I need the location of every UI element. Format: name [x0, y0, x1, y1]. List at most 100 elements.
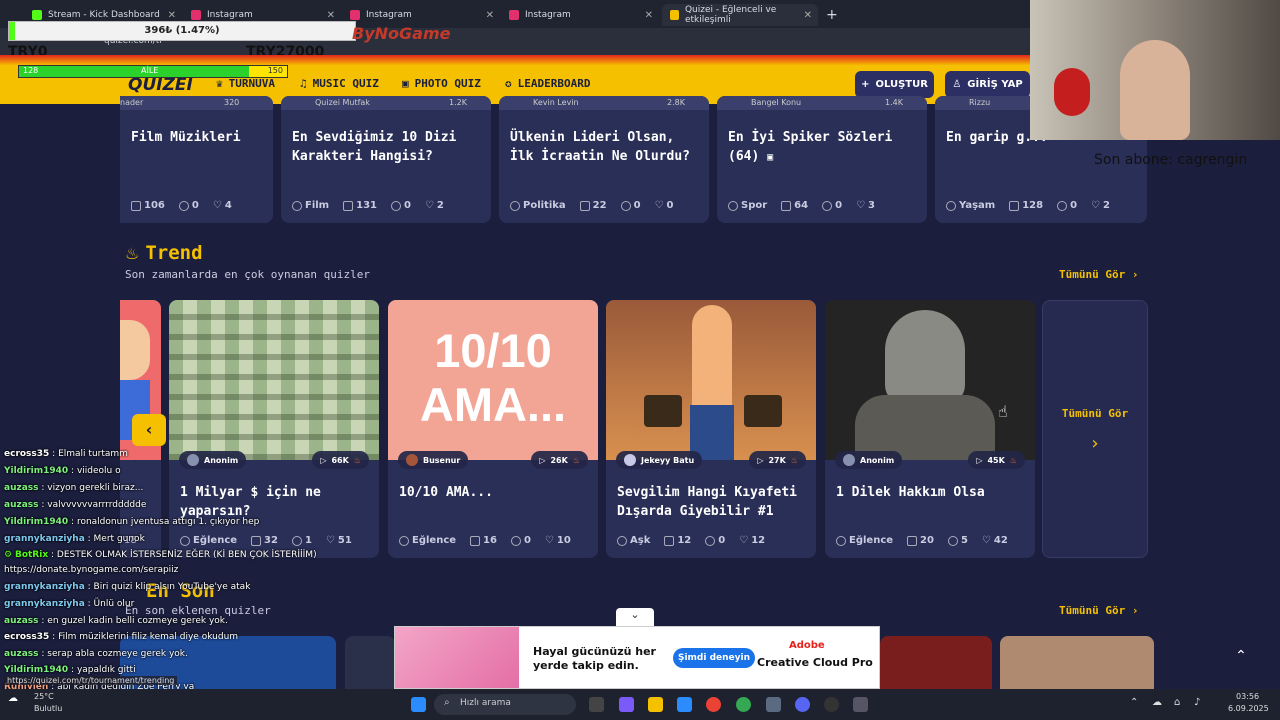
settings-icon[interactable]: [766, 697, 781, 712]
chevron-up-icon[interactable]: ⌃: [1130, 697, 1138, 708]
quiz-card[interactable]: nader 320 Film Müzikleri 106 0 ♡ 4: [120, 96, 273, 223]
close-icon[interactable]: ✕: [327, 10, 335, 21]
see-all-label: Tümünü Gör: [1061, 407, 1129, 420]
play-count: 45K: [987, 455, 1005, 465]
app-icon[interactable]: [853, 697, 868, 712]
donation-text: 396₺ (1.47%): [144, 25, 220, 36]
create-button[interactable]: + OLUŞTUR: [855, 71, 934, 98]
file-explorer-icon[interactable]: [648, 697, 663, 712]
chrome-icon[interactable]: [706, 697, 721, 712]
quiz-card[interactable]: Quizei Mutfak 1.2K En Sevdiğimiz 10 Dizi …: [281, 96, 491, 223]
comment-icon: [178, 200, 189, 211]
task-view-icon[interactable]: [589, 697, 604, 712]
comment-count: 5: [960, 535, 968, 546]
card-author: Quizei Mutfak: [315, 98, 370, 107]
close-icon[interactable]: ✕: [168, 10, 176, 21]
chat-text: viideolu o: [76, 466, 121, 476]
ad-collapse-button[interactable]: ⌄: [616, 608, 654, 626]
chat-text: vizyon gerekli biraz...: [47, 483, 144, 493]
questions-icon: [664, 535, 675, 546]
card-title: En Sevdiğimiz 10 Dizi Karakteri Hangisi?: [292, 130, 457, 164]
card-header: Kevin Levin 2.8K: [499, 96, 709, 110]
login-button[interactable]: ♙ GİRİŞ YAP: [945, 71, 1030, 98]
chat-message: grannykanziyha : Biri quizi klip alsın Y…: [4, 582, 251, 592]
image-caption: 10/10 AMA...: [419, 324, 567, 431]
heart-icon: ♡: [856, 200, 866, 211]
like-count: 0: [666, 200, 674, 211]
quiz-card[interactable]: 10/10 AMA... Busenur ▷ 26K ♨ 10/10 AMA... …: [388, 300, 598, 558]
family-goal-progress: [19, 66, 249, 77]
weather-temp: 25°C: [34, 692, 54, 701]
plays-badge: ▷ 27K ♨: [749, 451, 806, 469]
plays-badge: ▷ 26K ♨: [531, 451, 588, 469]
card-image: [825, 300, 1035, 460]
chrome-active-icon[interactable]: [736, 697, 751, 712]
latest-card-image[interactable]: [1000, 636, 1154, 689]
chat-message: ⚙ BotRix : DESTEK OLMAK İSTERSENİZ EĞER …: [4, 550, 317, 560]
volume-icon[interactable]: ♪: [1194, 697, 1200, 708]
weather-icon[interactable]: ☁: [8, 693, 18, 704]
cloud-icon[interactable]: ☁: [1152, 697, 1162, 708]
button-label: GİRİŞ YAP: [967, 79, 1023, 90]
card-plays: 2.8K: [667, 98, 685, 107]
taskbar-search[interactable]: ⌕ Hızlı arama: [434, 694, 576, 715]
search-icon: ⌕: [444, 697, 450, 708]
copilot-icon[interactable]: [619, 697, 634, 712]
site-logo[interactable]: QUIZEI: [128, 75, 193, 95]
bot-badge-icon: ⚙: [4, 550, 13, 560]
latest-card-image[interactable]: [880, 636, 992, 689]
card-meta: Spor 64 0 ♡ 3: [728, 200, 917, 211]
card-plays: 1.2K: [449, 98, 467, 107]
fire-icon: ♨: [572, 455, 580, 465]
trend-see-all-link[interactable]: Tümünü Gör ›: [1059, 268, 1138, 281]
scroll-top-button[interactable]: ⌃: [1226, 642, 1256, 670]
browser-tab[interactable]: Instagram ✕: [342, 4, 500, 26]
chat-message: auzass : serap abla cozmeye gerek yok.: [4, 649, 188, 659]
nav-music-quiz[interactable]: ♫ MUSIC QUIZ: [300, 77, 379, 90]
close-icon[interactable]: ✕: [645, 10, 653, 21]
nav-label: TURNUVA: [228, 77, 275, 90]
nav-leaderboard[interactable]: ✪ LEADERBOARD: [505, 77, 590, 90]
card-meta: Eğlence 16 0 ♡ 10: [399, 535, 588, 546]
trend-see-all-card[interactable]: Tümünü Gör ›: [1042, 300, 1148, 558]
quiz-card[interactable]: Bangel Konu 1.4K En İyi Spiker Sözleri (6…: [717, 96, 927, 223]
browser-tab-active[interactable]: Quizei - Eğlenceli ve etkileşimli ✕: [662, 4, 818, 26]
tag-icon: [510, 200, 520, 211]
quiz-card[interactable]: Jekeyy Batu ▷ 27K ♨ Sevgilim Hangi Kıyafet…: [606, 300, 816, 558]
card-category: Spor: [741, 200, 768, 211]
store-icon[interactable]: [677, 697, 692, 712]
quiz-card[interactable]: Kevin Levin 2.8K Ülkenin Lideri Olsan, İl…: [499, 96, 709, 223]
quiz-card[interactable]: Anonim ▷ 45K ♨ 1 Dilek Hakkım Olsa Eğlence…: [825, 300, 1035, 558]
plus-icon: +: [861, 79, 870, 90]
obs-icon[interactable]: [824, 697, 839, 712]
webcam-overlay: [1030, 0, 1280, 140]
windows-start-icon[interactable]: [411, 697, 426, 712]
section-subtitle: Son zamanlarda en çok oynanan quizler: [125, 268, 371, 281]
card-author: Kevin Levin: [533, 98, 579, 107]
medal-icon: ✪: [505, 77, 512, 90]
nav-photo-quiz[interactable]: ▣ PHOTO QUIZ: [402, 77, 481, 90]
play-icon: ▷: [539, 455, 546, 465]
close-icon[interactable]: ✕: [804, 10, 812, 21]
section-title: Trend: [145, 242, 203, 264]
card-category: Eğlence: [849, 535, 894, 546]
play-count: 27K: [768, 455, 786, 465]
latest-see-all-link[interactable]: Tümünü Gör ›: [1059, 604, 1138, 617]
network-icon[interactable]: ⌂: [1174, 697, 1180, 708]
browser-tab[interactable]: Instagram ✕: [501, 4, 659, 26]
card-image: [169, 300, 379, 460]
question-count: 16: [483, 535, 497, 546]
carousel-prev-button[interactable]: ‹: [132, 414, 166, 446]
mouse-cursor-icon: ☝: [998, 402, 1008, 421]
ad-cta-button[interactable]: Şimdi deneyin: [673, 648, 755, 668]
close-icon[interactable]: ✕: [486, 10, 494, 21]
questions-icon: [579, 200, 590, 211]
heart-icon: ♡: [739, 535, 749, 546]
new-tab-button[interactable]: +: [818, 4, 846, 26]
card-title-text: En İyi Spiker Sözleri (64): [728, 130, 893, 164]
discord-icon[interactable]: [795, 697, 810, 712]
ad-banner[interactable]: Hayal gücünüzü her yerde takip edin. Şim…: [394, 626, 880, 689]
nav-turnuva[interactable]: ♛ TURNUVA: [216, 77, 275, 90]
chat-text: Mert gunok: [93, 534, 145, 544]
like-count: 42: [993, 535, 1008, 546]
